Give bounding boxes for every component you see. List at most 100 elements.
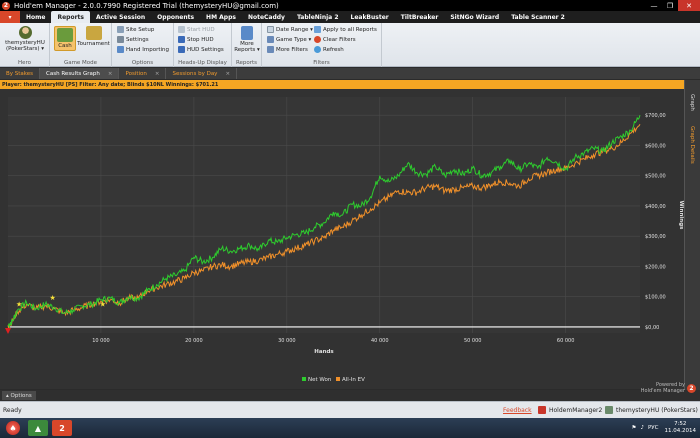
import-icon (117, 46, 124, 53)
tab-sessions-label: Sessions by Day (172, 70, 218, 77)
more-reports-button[interactable]: More Reports ▾ (234, 26, 260, 53)
side-tab-graph[interactable]: Graph (689, 94, 695, 111)
x-tick-label: 30 000 (278, 338, 296, 344)
clock[interactable]: 7:52 11.04.2014 (665, 421, 697, 435)
status-app[interactable]: HoldemManager2 (538, 406, 602, 414)
hero-selector[interactable]: themysteryHU (PokerStars) ▾ (4, 26, 46, 52)
filters-title: Filters (313, 60, 330, 66)
feedback-link[interactable]: Feedback (503, 407, 532, 414)
tab-reports[interactable]: Reports (51, 11, 90, 23)
apply-all-label: Apply to all Reports (323, 26, 377, 33)
window-title: Hold'em Manager - 2.0.0.7990 Registered … (14, 1, 279, 10)
hand-importing-label: Hand Importing (126, 46, 169, 53)
maximize-button[interactable]: ❐ (662, 0, 678, 11)
clear-filters-button[interactable]: Clear Filters (314, 36, 356, 43)
status-text: Ready (3, 406, 22, 414)
tab-by-stakes[interactable]: By Stakes (0, 68, 41, 79)
results-graph-svg[interactable]: $0,00 $100,00 $200,00 $300,00 $400,00 $500,00… (0, 89, 684, 389)
reports-group: More Reports ▾ Reports (232, 23, 262, 67)
star-marker-icon: ★ (49, 294, 55, 302)
refresh-label: Refresh (323, 46, 344, 53)
tab-position[interactable]: Position × (119, 68, 167, 79)
start-button[interactable]: ♠ (2, 419, 24, 437)
y-axis-ticks: $0,00 $100,00 $200,00 $300,00 $400,00 $500,00… (645, 113, 666, 331)
y-tick-label: $500,00 (645, 174, 666, 180)
x-tick-label: 20 000 (185, 338, 203, 344)
date-range-button[interactable]: Date Range ▾ (267, 26, 313, 33)
settings-button[interactable]: Settings (117, 36, 149, 43)
play-icon (178, 26, 185, 33)
start-hud-button[interactable]: Start HUD (178, 26, 215, 33)
close-tab-icon[interactable]: × (155, 71, 160, 77)
y-tick-label: $0,00 (645, 325, 659, 331)
tab-hm-apps[interactable]: HM Apps (200, 11, 242, 23)
hero-site: (PokerStars) ▾ (5, 46, 45, 52)
tab-active-session[interactable]: Active Session (90, 11, 151, 23)
y-tick-label: $400,00 (645, 204, 666, 210)
hm2-logo-icon: 2 (687, 383, 696, 393)
hm2-app-icon (538, 406, 546, 414)
cash-icon (57, 28, 73, 42)
x-tick-label: 50 000 (464, 338, 482, 344)
apply-icon (314, 26, 321, 33)
tab-tableninja[interactable]: TableNinja 2 (291, 11, 345, 23)
tab-cash-results-label: Cash Results Graph (46, 70, 100, 77)
status-player[interactable]: themysteryHU (PokerStars) (605, 406, 698, 414)
legend-net-won: Net Won (308, 377, 332, 383)
chart-legend: Net Won All-In EV (302, 377, 365, 383)
more-filters-button[interactable]: More Filters (267, 46, 308, 53)
options-toggle-button[interactable]: ▴ Options (2, 391, 36, 400)
apply-all-reports-button[interactable]: Apply to all Reports (314, 26, 377, 33)
tab-opponents[interactable]: Opponents (151, 11, 200, 23)
legend-swatch-all-in-ev (336, 377, 340, 381)
user-avatar-icon (18, 26, 32, 39)
star-marker-icon: ★ (16, 300, 22, 308)
menu-bar: ▾ Home Reports Active Session Opponents … (0, 11, 700, 23)
hud-group: Start HUD Stop HUD HUD Settings Heads-Up… (174, 23, 232, 67)
tab-position-label: Position (125, 70, 147, 77)
volume-icon[interactable]: ♪ (640, 425, 644, 431)
title-bar: 2 Hold'em Manager - 2.0.0.7990 Registere… (0, 0, 700, 11)
window-controls: — ❐ ✕ (646, 0, 700, 11)
filter-summary-text: Player: themysteryHU [PS] Filter: Any da… (2, 81, 219, 88)
tab-sessions-by-day[interactable]: Sessions by Day × (166, 68, 238, 79)
results-graph[interactable]: $0,00 $100,00 $200,00 $300,00 $400,00 $500,00… (0, 89, 684, 389)
tab-by-stakes-label: By Stakes (6, 70, 34, 77)
filter-summary-bar: Player: themysteryHU [PS] Filter: Any da… (0, 80, 684, 89)
tab-cash-results-graph[interactable]: Cash Results Graph × (40, 68, 120, 79)
poker-spade-icon: ♠ (6, 421, 20, 435)
powered-by-line2: Hold'em Manager (640, 388, 685, 394)
close-button[interactable]: ✕ (678, 0, 700, 11)
language-indicator[interactable]: РУС (648, 425, 659, 431)
tab-notecaddy[interactable]: NoteCaddy (242, 11, 291, 23)
side-tab-graph-details[interactable]: Graph Details (689, 126, 695, 164)
stop-hud-button[interactable]: Stop HUD (178, 36, 214, 43)
hand-importing-button[interactable]: Hand Importing (117, 46, 169, 53)
tab-sitngo-wizard[interactable]: SitNGo Wizard (444, 11, 505, 23)
tab-leakbuster[interactable]: LeakBuster (345, 11, 395, 23)
tournament-button[interactable]: Tournament (77, 26, 110, 47)
site-setup-button[interactable]: Site Setup (117, 26, 154, 33)
x-axis-label: Hands (314, 349, 334, 355)
hud-settings-button[interactable]: HUD Settings (178, 46, 224, 53)
taskbar-app-tableninja[interactable]: ▲ (28, 420, 48, 436)
options-group: Site Setup Settings Hand Importing Optio… (112, 23, 174, 67)
taskbar-app-hm2[interactable]: 2 (52, 420, 72, 436)
app-logo-icon[interactable]: 2 (2, 1, 10, 10)
close-tab-icon[interactable]: × (225, 71, 230, 77)
close-tab-icon[interactable]: × (108, 71, 113, 77)
minimize-button[interactable]: — (646, 0, 662, 11)
options-title: Options (131, 60, 154, 66)
chart-grid (8, 97, 640, 333)
file-menu-button[interactable]: ▾ (0, 11, 20, 23)
cash-button[interactable]: Cash (54, 26, 76, 51)
player-icon (605, 406, 613, 414)
game-type-button[interactable]: Game Type ▾ (267, 36, 311, 43)
tab-home[interactable]: Home (20, 11, 51, 23)
tab-tiltbreaker[interactable]: TiltBreaker (395, 11, 445, 23)
flag-icon[interactable]: ⚑ (632, 425, 637, 431)
y-tick-label: $200,00 (645, 264, 666, 270)
y-tick-label: $300,00 (645, 234, 666, 240)
tab-table-scanner[interactable]: Table Scanner 2 (505, 11, 571, 23)
refresh-button[interactable]: Refresh (314, 46, 344, 53)
